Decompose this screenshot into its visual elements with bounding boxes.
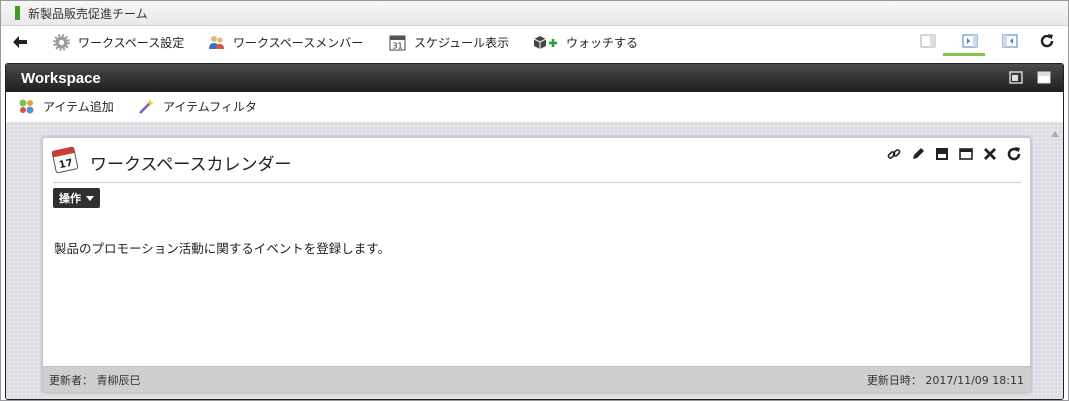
active-layout-indicator <box>943 53 985 56</box>
puzzle-add-icon <box>18 98 35 115</box>
operation-menu-button[interactable]: 操作 <box>53 188 100 208</box>
calendar-icon: 17 <box>51 144 81 174</box>
updated-at: 更新日時： 2017/11/09 18:11 <box>867 372 1024 388</box>
portlet-footer: 更新者： 青柳辰巳 更新日時： 2017/11/09 18:11 <box>43 366 1030 392</box>
calendar-day-number: 31 <box>392 41 402 50</box>
portlet-title: ワークスペースカレンダー <box>90 155 292 175</box>
workspace-members-label: ワークスペースメンバー <box>233 35 364 50</box>
scroll-up-icon[interactable] <box>1051 126 1059 137</box>
add-item-button[interactable]: アイテム追加 <box>18 98 114 115</box>
workspace-title: Workspace <box>21 69 101 87</box>
operation-label: 操作 <box>59 192 81 205</box>
maximize-icon[interactable] <box>958 146 974 162</box>
updated-at-label: 更新日時： <box>866 373 922 387</box>
portlet-header: 17 ワークスペースカレンダー <box>43 138 1030 182</box>
layout-right-panel-icon[interactable] <box>961 32 979 50</box>
magic-wand-icon <box>138 98 155 115</box>
item-filter-button[interactable]: アイテムフィルタ <box>138 98 257 115</box>
users-icon <box>208 34 225 51</box>
restore-window-icon[interactable] <box>1009 71 1023 84</box>
gear-icon <box>53 33 70 51</box>
layout-single-icon[interactable] <box>919 32 937 50</box>
workspace-panel: Workspace アイテム追加 アイテムフィルタ 17 ワークスペースカレンダ… <box>5 63 1064 400</box>
item-filter-label: アイテムフィルタ <box>163 100 257 114</box>
title-marker <box>15 6 20 20</box>
workspace-settings-button[interactable]: ワークスペース設定 <box>53 26 184 58</box>
updated-by-value: 青柳辰巳 <box>96 373 141 387</box>
maximize-window-icon[interactable] <box>1037 71 1051 84</box>
workspace-members-button[interactable]: ワークスペースメンバー <box>208 26 363 58</box>
updated-by-label: 更新者： <box>49 373 93 387</box>
updated-at-value: 2017/11/09 18:11 <box>925 373 1024 387</box>
edit-pencil-icon[interactable] <box>910 146 926 162</box>
refresh-icon[interactable] <box>1006 146 1022 162</box>
caret-down-icon <box>86 195 94 201</box>
add-item-label: アイテム追加 <box>43 100 114 114</box>
calendar-portlet: 17 ワークスペースカレンダー 操作 製品のプロモーション活動に関するイベントを… <box>42 137 1031 393</box>
portlet-description: 製品のプロモーション活動に関するイベントを登録します。 <box>54 241 391 256</box>
arrow-left-icon[interactable] <box>11 33 29 51</box>
updated-by: 更新者： 青柳辰巳 <box>49 372 141 388</box>
portlet-divider <box>53 182 1021 183</box>
schedule-view-label: スケジュール表示 <box>414 35 510 50</box>
close-icon[interactable] <box>982 146 998 162</box>
window-titlebar: 新製品販売促進チーム <box>1 1 1068 26</box>
calendar-icon: 31 <box>389 34 406 51</box>
workspace-canvas: 17 ワークスペースカレンダー 操作 製品のプロモーション活動に関するイベントを… <box>6 122 1063 399</box>
layout-left-panel-icon[interactable] <box>1001 32 1019 50</box>
workspace-settings-label: ワークスペース設定 <box>78 35 185 50</box>
refresh-icon[interactable] <box>1038 32 1056 50</box>
link-icon[interactable] <box>886 146 902 162</box>
watch-add-icon <box>532 34 558 51</box>
schedule-view-button[interactable]: 31 スケジュール表示 <box>389 26 509 58</box>
minimize-icon[interactable] <box>934 146 950 162</box>
portlet-tools <box>878 146 1022 162</box>
toolbar: ワークスペース設定 ワークスペースメンバー 31 スケジュール表示 ウォッチする <box>1 26 1068 58</box>
watch-button[interactable]: ウォッチする <box>532 26 638 58</box>
window-title: 新製品販売促進チーム <box>28 6 148 21</box>
workspace-subbar: アイテム追加 アイテムフィルタ <box>6 92 1063 122</box>
workspace-header: Workspace <box>6 64 1063 92</box>
watch-label: ウォッチする <box>566 35 639 50</box>
